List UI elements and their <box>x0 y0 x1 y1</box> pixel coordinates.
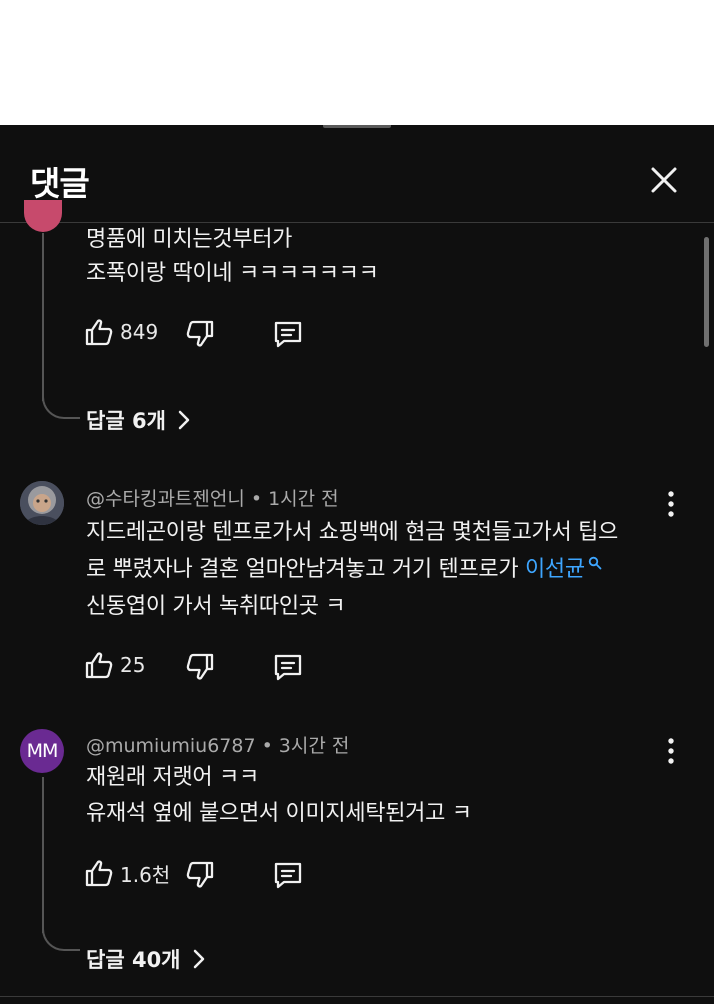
thumbs-down-icon <box>186 320 214 347</box>
more-vert-icon <box>668 738 674 764</box>
comment-text-line: 유재석 옆에 붙으면서 이미지세탁된거고 ㅋ <box>86 801 472 826</box>
reply-button[interactable] <box>272 860 304 890</box>
reply-icon <box>274 654 302 681</box>
like-count: 849 <box>120 320 159 344</box>
thumbs-up-icon <box>85 652 113 679</box>
thumbs-down-icon <box>186 861 214 888</box>
close-icon <box>651 167 677 193</box>
sheet-title: 댓글 <box>30 164 90 203</box>
top-area <box>0 0 714 125</box>
comment-time: 1시간 전 <box>268 488 339 510</box>
like-count: 1.6천 <box>120 862 171 887</box>
comment-author[interactable]: @mumiumiu6787 <box>86 735 256 757</box>
avatar-initials: MM <box>26 740 59 762</box>
more-options-button[interactable] <box>665 490 677 518</box>
meta-separator: • <box>250 488 263 510</box>
comment-text-line: 지드레곤이랑 텐프로가서 쇼핑백에 현금 몇천들고가서 팁으 <box>86 520 618 545</box>
thumbs-up-icon <box>85 319 113 346</box>
thumbs-up-icon <box>85 860 113 887</box>
comments-sheet: 댓글 명품에 미치는것부터가 조폭이랑 딱이네 ㅋㅋㅋㅋㅋㅋㅋ 849 답글 6… <box>0 125 714 1004</box>
comment-time: 3시간 전 <box>278 735 350 757</box>
reply-icon <box>274 862 302 889</box>
comment-meta: @mumiumiu6787 • 3시간 전 <box>86 731 349 758</box>
reply-button[interactable] <box>272 652 304 682</box>
comment-author[interactable]: @수타킹과트젠언니 <box>86 488 245 510</box>
reply-icon <box>274 321 302 348</box>
view-replies-button[interactable]: 답글 40개 <box>86 944 205 974</box>
sheet-header: 댓글 <box>0 125 714 223</box>
thumbs-down-icon <box>186 653 214 680</box>
comment-text-line: 로 뿌렸자나 결혼 얼마안남겨놓고 거기 텐프로가 이선균 <box>86 552 602 588</box>
like-button[interactable]: 25 <box>84 650 145 680</box>
chevron-right-icon <box>178 410 190 430</box>
mention-text: 이선균 <box>524 557 585 582</box>
reply-button[interactable] <box>272 319 304 349</box>
comment-meta: @수타킹과트젠언니 • 1시간 전 <box>86 484 339 511</box>
avatar[interactable] <box>24 200 62 232</box>
like-button[interactable]: 1.6천 <box>84 858 170 888</box>
avatar[interactable]: MM <box>20 729 64 773</box>
meta-separator: • <box>261 735 273 757</box>
comment-text-segment: 로 뿌렸자나 결혼 얼마안남겨놓고 거기 텐프로가 <box>86 557 525 582</box>
replies-label: 답글 40개 <box>86 948 181 972</box>
more-vert-icon <box>668 491 674 517</box>
replies-label: 답글 6개 <box>86 409 166 433</box>
thread-curve <box>42 391 80 419</box>
comment-text-line: 명품에 미치는것부터가 <box>86 227 293 252</box>
comment-text-line: 신동엽이 가서 녹취따인곳 ㅋ <box>86 594 346 619</box>
avatar[interactable] <box>20 481 64 525</box>
like-count: 25 <box>120 653 146 677</box>
thread-line <box>42 777 44 933</box>
more-options-button[interactable] <box>665 737 677 765</box>
search-icon <box>588 556 602 570</box>
profile-photo <box>20 481 64 525</box>
close-button[interactable] <box>648 164 680 196</box>
chevron-right-icon <box>193 949 204 969</box>
bottom-divider <box>0 996 714 997</box>
comment-text-line: 조폭이랑 딱이네 ㅋㅋㅋㅋㅋㅋㅋ <box>86 261 379 286</box>
dislike-button[interactable] <box>185 860 215 890</box>
comment-text-line: 재원래 저랫어 ㅋㅋ <box>86 765 259 790</box>
thread-curve <box>42 923 80 951</box>
dislike-button[interactable] <box>185 319 215 349</box>
like-button[interactable]: 849 <box>84 317 158 347</box>
mention-link[interactable]: 이선균 <box>524 556 602 582</box>
scrollbar[interactable] <box>704 237 709 347</box>
dislike-button[interactable] <box>185 652 215 682</box>
view-replies-button[interactable]: 답글 6개 <box>86 405 190 435</box>
thread-line <box>42 233 44 401</box>
